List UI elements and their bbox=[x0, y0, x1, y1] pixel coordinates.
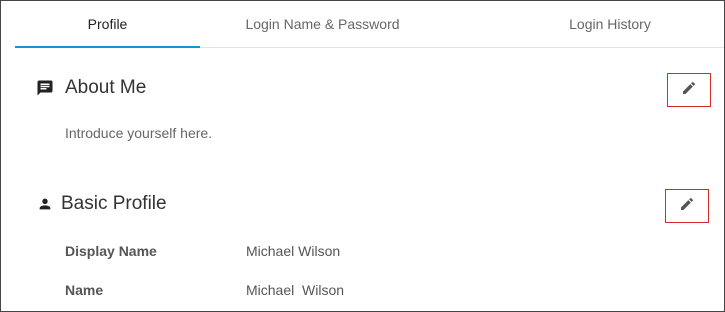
edit-about-me-button[interactable] bbox=[667, 73, 711, 107]
display-name-label: Display Name bbox=[65, 243, 157, 259]
basic-profile-title: Basic Profile bbox=[61, 193, 167, 214]
basic-profile-heading: Basic Profile bbox=[35, 193, 167, 215]
pencil-icon bbox=[679, 196, 695, 217]
display-name-value: Michael Wilson bbox=[246, 243, 341, 259]
pencil-icon bbox=[681, 80, 697, 101]
about-me-heading: About Me bbox=[35, 77, 146, 99]
chat-bubble-icon bbox=[35, 78, 55, 98]
name-value: Michael Wilson bbox=[246, 282, 345, 298]
about-me-title: About Me bbox=[65, 77, 147, 98]
edit-basic-profile-button[interactable] bbox=[665, 189, 709, 223]
tab-login-name-password[interactable]: Login Name & Password bbox=[200, 1, 445, 47]
name-label: Name bbox=[65, 282, 104, 298]
tab-profile[interactable]: Profile bbox=[15, 1, 200, 48]
about-me-placeholder-text: Introduce yourself here. bbox=[65, 125, 213, 141]
person-icon bbox=[35, 194, 55, 214]
tab-login-history[interactable]: Login History bbox=[505, 1, 715, 47]
tab-bar: Profile Login Name & Password Login Hist… bbox=[15, 1, 724, 48]
profile-panel: Profile Login Name & Password Login Hist… bbox=[0, 0, 725, 312]
